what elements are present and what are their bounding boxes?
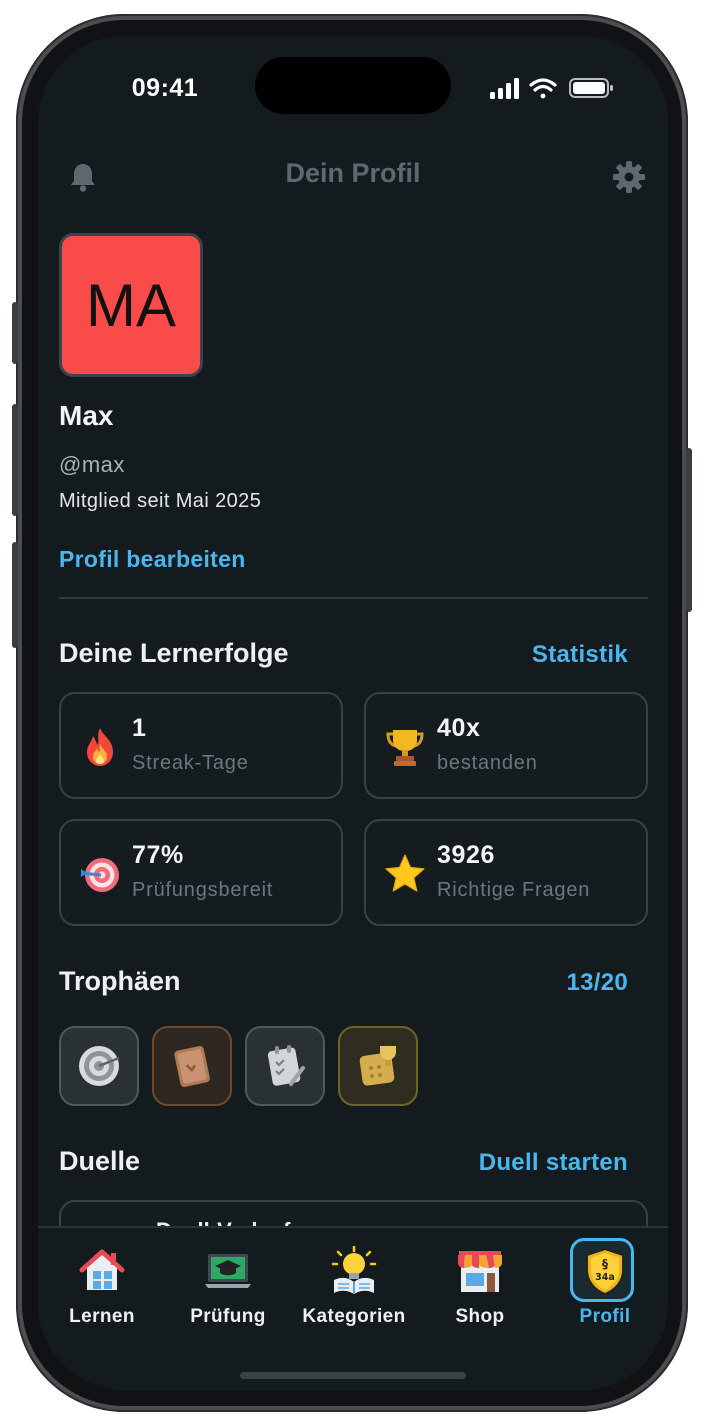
- tab-label: Profil: [579, 1306, 631, 1327]
- trophy-badge[interactable]: [152, 1026, 232, 1106]
- profile-name: Max: [59, 400, 114, 431]
- volume-down-button: [12, 542, 18, 648]
- tab-label: Lernen: [69, 1306, 135, 1327]
- fire-icon: [87, 728, 113, 766]
- tab-shop[interactable]: Shop: [417, 1228, 543, 1338]
- page-title: Dein Profil: [285, 158, 421, 188]
- stat-label: Streak-Tage: [132, 752, 249, 774]
- stat-card-passed[interactable]: 40x bestanden: [364, 692, 648, 799]
- target-icon: [80, 858, 119, 892]
- power-button: [686, 448, 692, 612]
- dynamic-island: [255, 57, 451, 114]
- stat-card-correct[interactable]: 3926 Richtige Fragen: [364, 819, 648, 926]
- lightbulb-book-icon: [331, 1246, 377, 1294]
- stat-label: Prüfungsbereit: [132, 879, 274, 901]
- member-since: Mitglied seit Mai 2025: [59, 490, 262, 512]
- tab-label: Kategorien: [302, 1306, 406, 1327]
- stat-value: 1: [132, 714, 147, 742]
- calendar-trophy-icon: [359, 1046, 396, 1086]
- tab-bar: Lernen Prüfung Kategorien Shop § 34a Pro…: [38, 1226, 668, 1390]
- target-trophy-icon: [79, 1046, 120, 1086]
- duels-title: Duelle: [59, 1146, 141, 1176]
- status-time: 09:41: [131, 74, 199, 102]
- shop-icon: [458, 1251, 502, 1292]
- volume-up-button: [12, 404, 18, 516]
- trophy-badge[interactable]: [59, 1026, 139, 1106]
- avatar-initials: MA: [86, 271, 176, 339]
- profile-handle: @max: [59, 452, 125, 477]
- tab-label: Prüfung: [190, 1306, 266, 1327]
- trophy-badge[interactable]: [338, 1026, 418, 1106]
- tab-kategorien[interactable]: Kategorien: [291, 1228, 417, 1338]
- trophies-title: Trophäen: [59, 966, 181, 996]
- trophy-icon: [386, 730, 424, 766]
- achievements-title: Deine Lernerfolge: [59, 638, 289, 668]
- stat-card-streak[interactable]: 1 Streak-Tage: [59, 692, 343, 799]
- gear-icon[interactable]: [612, 160, 646, 194]
- laptop-graduation-icon: [205, 1254, 251, 1288]
- mute-switch: [12, 302, 18, 364]
- divider: [59, 597, 648, 599]
- stat-value: 3926: [437, 841, 496, 869]
- house-icon: [79, 1249, 125, 1290]
- star-icon: [385, 854, 425, 892]
- home-indicator: [240, 1372, 466, 1379]
- tab-profil[interactable]: § 34a Profil: [542, 1228, 668, 1338]
- checklist-trophy-icon: [267, 1045, 305, 1086]
- stat-value: 77%: [132, 841, 184, 869]
- stat-label: bestanden: [437, 752, 538, 774]
- tab-lernen[interactable]: Lernen: [39, 1228, 165, 1338]
- status-icons: [490, 78, 613, 99]
- statistics-link[interactable]: Statistik: [532, 641, 628, 669]
- start-duel-link[interactable]: Duell starten: [479, 1149, 628, 1177]
- edit-profile-link[interactable]: Profil bearbeiten: [59, 546, 246, 573]
- app-screen: 09:41 Dein Profil MA Max @max Mitglied s…: [38, 36, 668, 1390]
- stat-value: 40x: [437, 714, 481, 742]
- stat-card-ready[interactable]: 77% Prüfungsbereit: [59, 819, 343, 926]
- wifi-icon: [529, 78, 557, 99]
- trophy-badge[interactable]: [245, 1026, 325, 1106]
- svg-text:§: §: [602, 1257, 608, 1271]
- tab-label: Shop: [455, 1306, 505, 1327]
- stat-label: Richtige Fragen: [437, 879, 591, 901]
- book-trophy-icon: [174, 1046, 210, 1087]
- signal-icon: [490, 78, 519, 99]
- battery-icon: [569, 78, 613, 98]
- shield-34a-icon: § 34a: [586, 1247, 624, 1296]
- avatar[interactable]: MA: [59, 233, 203, 377]
- trophies-count[interactable]: 13/20: [566, 969, 628, 997]
- svg-text:34a: 34a: [595, 1272, 615, 1283]
- tab-pruefung[interactable]: Prüfung: [165, 1228, 291, 1338]
